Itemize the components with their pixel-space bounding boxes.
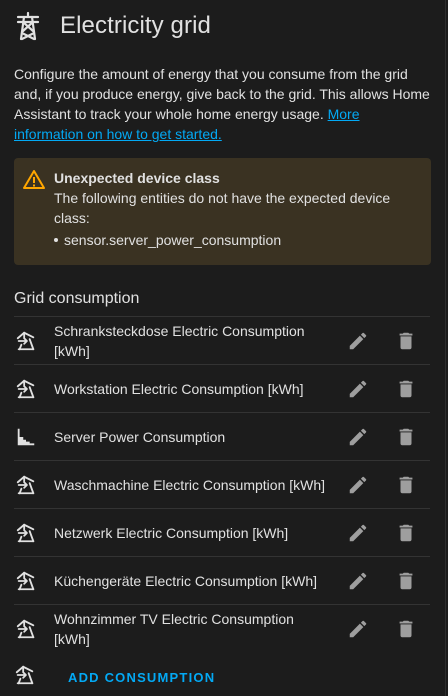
alert-entity-list: sensor.server_power_consumption [54, 230, 421, 250]
edit-button[interactable] [334, 509, 382, 557]
trash-icon [399, 476, 413, 493]
list-item: Schranksteckdose Electric Consumption [k… [14, 316, 430, 364]
energy-grid-card: Electricity grid Configure the amount of… [0, 0, 446, 696]
consumption-label: Küchengeräte Electric Consumption [kWh] [54, 572, 318, 589]
edit-button[interactable] [334, 557, 382, 605]
edit-button[interactable] [334, 317, 382, 365]
alert-entity-item: sensor.server_power_consumption [54, 230, 421, 250]
section-title: Grid consumption [14, 290, 140, 307]
alert-title: Unexpected device class [54, 170, 220, 186]
delete-button[interactable] [382, 365, 430, 413]
page-title: Electricity grid [60, 12, 211, 39]
trash-icon [399, 620, 413, 637]
list-item: Netzwerk Electric Consumption [kWh] [14, 508, 430, 556]
edit-button[interactable] [334, 605, 382, 653]
trash-icon [399, 380, 413, 397]
pencil-icon [349, 524, 367, 541]
edit-button[interactable] [334, 365, 382, 413]
transmission-tower-import-icon [14, 569, 38, 593]
pencil-icon [349, 332, 367, 349]
trash-icon [399, 524, 413, 541]
trash-icon [399, 572, 413, 589]
description-text: Configure the amount of energy that you … [14, 66, 430, 122]
alert-triangle-icon [22, 168, 46, 265]
consumption-label: Workstation Electric Consumption [kWh] [54, 380, 304, 397]
trash-icon [399, 428, 413, 445]
transmission-tower-import-icon [14, 664, 36, 691]
delete-button[interactable] [382, 317, 430, 365]
transmission-tower-import-icon [14, 473, 38, 497]
list-item: Workstation Electric Consumption [kWh] [14, 364, 430, 412]
list-item: Wohnzimmer TV Electric Consumption [kWh] [14, 604, 430, 652]
edit-button[interactable] [334, 461, 382, 509]
transmission-tower-import-icon [14, 617, 38, 641]
card-header: Electricity grid [0, 0, 445, 52]
consumption-label: Wohnzimmer TV Electric Consumption [kWh] [54, 610, 294, 647]
transmission-tower-icon [14, 10, 42, 42]
transmission-tower-import-icon [14, 329, 38, 353]
pencil-icon [349, 428, 367, 445]
edit-button[interactable] [334, 413, 382, 461]
consumption-label: Server Power Consumption [54, 428, 226, 445]
list-item: Waschmachine Electric Consumption [kWh] [14, 460, 430, 508]
description: Configure the amount of energy that you … [0, 52, 445, 144]
alert-body: Unexpected device class The following en… [54, 168, 421, 265]
delete-button[interactable] [382, 509, 430, 557]
consumption-label: Schranksteckdose Electric Consumption [k… [54, 322, 305, 359]
pencil-icon [349, 476, 367, 493]
delete-button[interactable] [382, 557, 430, 605]
pencil-icon [349, 380, 367, 397]
transmission-tower-import-icon [14, 377, 38, 401]
add-consumption-row: ADD CONSUMPTION [14, 660, 223, 694]
alert-message: The following entities do not have the e… [54, 190, 391, 226]
pencil-icon [349, 572, 367, 589]
consumption-list: Schranksteckdose Electric Consumption [k… [0, 316, 430, 652]
list-item: Server Power Consumption [14, 412, 430, 460]
list-item: Küchengeräte Electric Consumption [kWh] [14, 556, 430, 604]
chart-step-icon [14, 425, 38, 449]
add-consumption-button[interactable]: ADD CONSUMPTION [60, 664, 223, 691]
pencil-icon [349, 620, 367, 637]
warning-alert: Unexpected device class The following en… [14, 158, 431, 265]
trash-icon [399, 332, 413, 349]
delete-button[interactable] [382, 413, 430, 461]
consumption-label: Waschmachine Electric Consumption [kWh] [54, 476, 326, 493]
transmission-tower-import-icon [14, 521, 38, 545]
delete-button[interactable] [382, 461, 430, 509]
consumption-label: Netzwerk Electric Consumption [kWh] [54, 524, 289, 541]
delete-button[interactable] [382, 605, 430, 653]
